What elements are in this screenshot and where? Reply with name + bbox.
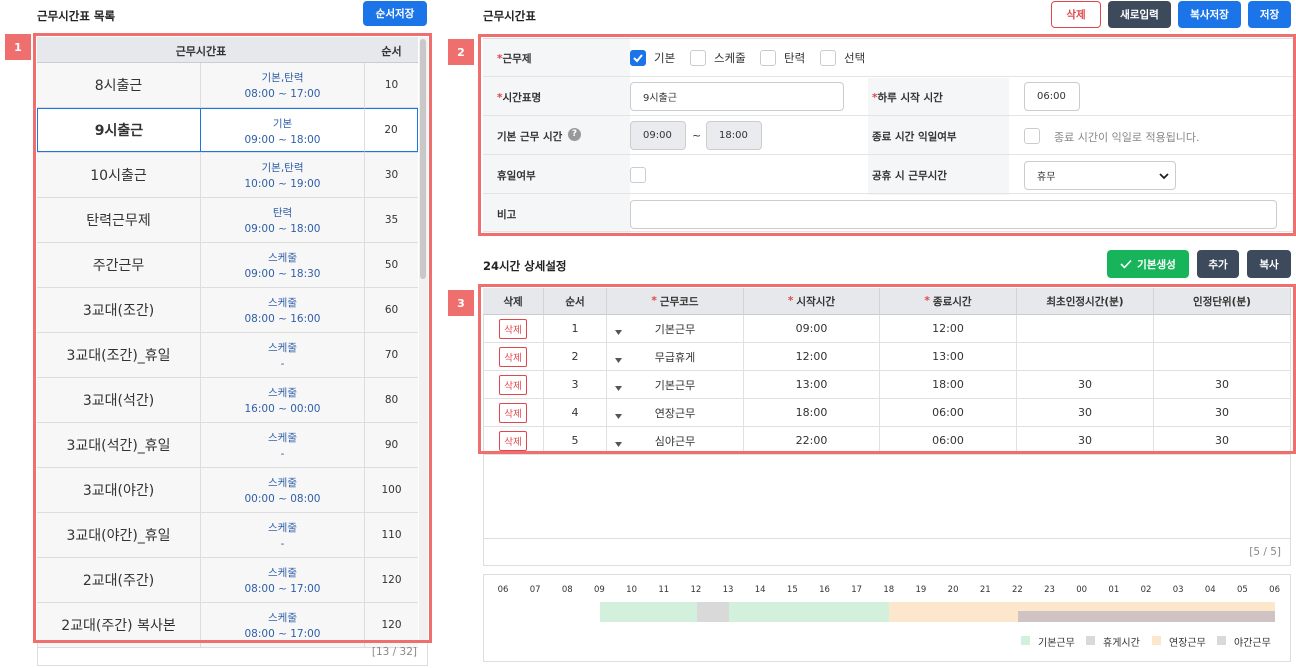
timeline-hour-label: 11 [658,585,670,595]
timeline-hour-label: 00 [1076,585,1088,595]
badge-1: 1 [5,34,31,60]
detail-title: 근무시간표 [483,9,536,23]
timeline-hour-label: 14 [754,585,766,595]
timeline-hour-label: 05 [1237,585,1248,595]
legend-night: 야간근무 [1234,638,1271,649]
highlight-box-3 [478,284,1296,454]
add-row-button[interactable]: 추가 [1197,250,1239,278]
timeline-hour-label: 22 [1011,585,1023,595]
legend-overtime-swatch [1152,636,1161,645]
timeline-hour-label: 18 [883,585,895,595]
timeline-hour-label: 03 [1172,585,1184,595]
timeline-hour-label: 19 [915,585,927,595]
grid-footer: [5 / 5] [483,538,1291,566]
grid-pager: [5 / 5] [1249,546,1281,558]
timeline-hour-label: 17 [851,585,863,595]
timeline-hour-label: 20 [947,585,959,595]
timeline-hour-label: 21 [979,585,991,595]
timeline-hour-label: 10 [626,585,637,595]
timeline-hour-label: 07 [529,585,541,595]
copy-row-button[interactable]: 복사 [1247,250,1291,278]
generate-button[interactable]: 기본생성 [1107,250,1189,278]
badge-2: 2 [448,39,474,65]
timeline-bar-overtime [889,602,1275,611]
timeline-hour-label: 06 [1269,585,1280,595]
legend-rest: 휴게시간 [1103,638,1140,649]
copy-save-button[interactable]: 복사저장 [1178,1,1241,28]
legend-overtime: 연장근무 [1169,638,1206,649]
delete-button[interactable]: 삭제 [1051,1,1101,28]
timeline-hour-label: 01 [1108,585,1120,595]
badge-3: 3 [448,290,474,316]
list-footer: [13 / 32] [37,640,428,666]
detail-grid-title: 24시간 상세설정 [483,259,567,273]
list-pager: [13 / 32] [371,646,417,658]
legend-rest-swatch [1086,636,1095,645]
timeline-hour-label: 13 [722,585,734,595]
generate-button-label: 기본생성 [1137,258,1176,271]
timeline-hour-label: 04 [1204,585,1216,595]
timeline-bar-night [1018,611,1275,622]
legend-night-swatch [1217,636,1226,645]
timeline-hour-label: 02 [1140,585,1152,595]
timeline-hour-label: 08 [561,585,573,595]
timeline-hour-label: 12 [690,585,702,595]
timeline-hour-label: 09 [594,585,605,595]
timeline-bar-base-1 [600,602,697,622]
timeline-bar-rest [697,602,729,622]
check-icon [1120,259,1132,269]
new-entry-button[interactable]: 새로입력 [1108,1,1171,28]
legend-base-swatch [1021,636,1030,645]
timeline-hour-label: 16 [819,585,830,595]
legend-base: 기본근무 [1038,638,1075,649]
timeline-hour-label: 15 [786,585,798,595]
timeline-hour-label: 06 [497,585,509,595]
timeline-bar-base-2 [729,602,889,622]
order-save-button[interactable]: 순서저장 [363,1,427,26]
timeline-hour-label: 23 [1044,585,1055,595]
save-button[interactable]: 저장 [1248,1,1291,28]
highlight-box-2 [478,34,1296,236]
highlight-box-1 [33,33,432,643]
list-title: 근무시간표 목록 [37,9,116,23]
timeline-bar-overtime-2 [889,611,1018,622]
